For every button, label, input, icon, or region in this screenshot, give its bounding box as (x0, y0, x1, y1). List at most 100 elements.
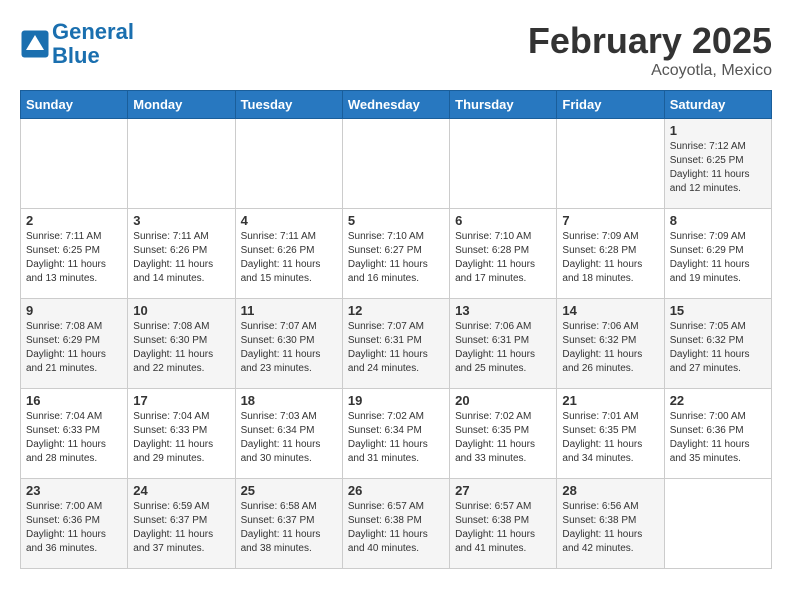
day-info: Sunrise: 7:02 AM Sunset: 6:34 PM Dayligh… (348, 410, 444, 466)
day-info: Sunrise: 7:07 AM Sunset: 6:30 PM Dayligh… (241, 320, 337, 376)
day-cell: 23Sunrise: 7:00 AM Sunset: 6:36 PM Dayli… (21, 479, 128, 569)
day-cell: 18Sunrise: 7:03 AM Sunset: 6:34 PM Dayli… (235, 389, 342, 479)
day-cell: 25 Sunrise: 6:58 AM Sunset: 6:37 PM Dayli… (235, 479, 342, 569)
day-cell: 16 Sunrise: 7:04 AM Sunset: 6:33 PM Dayli… (21, 389, 128, 479)
week-row-5: 23Sunrise: 7:00 AM Sunset: 6:36 PM Dayli… (21, 479, 772, 569)
day-number: 10 (133, 303, 229, 318)
day-cell: 27Sunrise: 6:57 AM Sunset: 6:38 PM Dayli… (450, 479, 557, 569)
day-info: Sunrise: 6:57 AM Sunset: 6:38 PM Dayligh… (348, 500, 444, 556)
day-info: Sunrise: 7:06 AM Sunset: 6:32 PM Dayligh… (562, 320, 658, 376)
day-number: 13 (455, 303, 551, 318)
day-cell: 24Sunrise: 6:59 AM Sunset: 6:37 PM Dayli… (128, 479, 235, 569)
day-info: Sunrise: 7:06 AM Sunset: 6:31 PM Dayligh… (455, 320, 551, 376)
day-cell: 2 Sunrise: 7:11 AM Sunset: 6:25 PM Daylig… (21, 209, 128, 299)
calendar-table: SundayMondayTuesdayWednesdayThursdayFrid… (20, 90, 772, 569)
day-number: 23 (26, 483, 122, 498)
day-header-sunday: Sunday (21, 91, 128, 119)
day-cell: 11Sunrise: 7:07 AM Sunset: 6:30 PM Dayli… (235, 299, 342, 389)
day-info: Sunrise: 7:09 AM Sunset: 6:29 PM Dayligh… (670, 230, 766, 286)
day-header-thursday: Thursday (450, 91, 557, 119)
day-info: Sunrise: 7:12 AM Sunset: 6:25 PM Dayligh… (670, 140, 766, 196)
day-cell: 8Sunrise: 7:09 AM Sunset: 6:29 PM Daylig… (664, 209, 771, 299)
day-number: 9 (26, 303, 122, 318)
day-cell (342, 119, 449, 209)
day-info: Sunrise: 7:10 AM Sunset: 6:27 PM Dayligh… (348, 230, 444, 286)
page-header: General Blue February 2025 Acoyotla, Mex… (20, 20, 772, 80)
day-number: 21 (562, 393, 658, 408)
day-info: Sunrise: 7:03 AM Sunset: 6:34 PM Dayligh… (241, 410, 337, 466)
day-info: Sunrise: 7:09 AM Sunset: 6:28 PM Dayligh… (562, 230, 658, 286)
day-number: 25 (241, 483, 337, 498)
week-row-1: 1 Sunrise: 7:12 AM Sunset: 6:25 PM Daylig… (21, 119, 772, 209)
day-cell: 19 Sunrise: 7:02 AM Sunset: 6:34 PM Dayli… (342, 389, 449, 479)
day-cell: 9 Sunrise: 7:08 AM Sunset: 6:29 PM Daylig… (21, 299, 128, 389)
title-block: February 2025 Acoyotla, Mexico (528, 20, 772, 80)
day-cell: 12Sunrise: 7:07 AM Sunset: 6:31 PM Dayli… (342, 299, 449, 389)
day-number: 3 (133, 213, 229, 228)
day-info: Sunrise: 7:10 AM Sunset: 6:28 PM Dayligh… (455, 230, 551, 286)
day-info: Sunrise: 7:08 AM Sunset: 6:29 PM Dayligh… (26, 320, 122, 376)
day-cell: 7Sunrise: 7:09 AM Sunset: 6:28 PM Daylig… (557, 209, 664, 299)
logo: General Blue (20, 20, 134, 68)
day-cell: 20Sunrise: 7:02 AM Sunset: 6:35 PM Dayli… (450, 389, 557, 479)
day-info: Sunrise: 7:01 AM Sunset: 6:35 PM Dayligh… (562, 410, 658, 466)
calendar-header-row: SundayMondayTuesdayWednesdayThursdayFrid… (21, 91, 772, 119)
day-number: 1 (670, 123, 766, 138)
day-number: 20 (455, 393, 551, 408)
day-info: Sunrise: 7:05 AM Sunset: 6:32 PM Dayligh… (670, 320, 766, 376)
day-info: Sunrise: 6:58 AM Sunset: 6:37 PM Dayligh… (241, 500, 337, 556)
day-cell: 4 Sunrise: 7:11 AM Sunset: 6:26 PM Daylig… (235, 209, 342, 299)
day-cell: 14 Sunrise: 7:06 AM Sunset: 6:32 PM Dayli… (557, 299, 664, 389)
calendar-body: 1 Sunrise: 7:12 AM Sunset: 6:25 PM Daylig… (21, 119, 772, 569)
day-cell (128, 119, 235, 209)
day-cell: 10 Sunrise: 7:08 AM Sunset: 6:30 PM Dayli… (128, 299, 235, 389)
day-number: 5 (348, 213, 444, 228)
day-info: Sunrise: 7:07 AM Sunset: 6:31 PM Dayligh… (348, 320, 444, 376)
logo-text: General Blue (52, 20, 134, 68)
day-number: 22 (670, 393, 766, 408)
day-info: Sunrise: 7:04 AM Sunset: 6:33 PM Dayligh… (133, 410, 229, 466)
day-cell: 21 Sunrise: 7:01 AM Sunset: 6:35 PM Dayli… (557, 389, 664, 479)
day-cell (664, 479, 771, 569)
day-info: Sunrise: 7:11 AM Sunset: 6:26 PM Dayligh… (241, 230, 337, 286)
day-number: 14 (562, 303, 658, 318)
day-cell (21, 119, 128, 209)
day-header-tuesday: Tuesday (235, 91, 342, 119)
day-header-friday: Friday (557, 91, 664, 119)
day-header-wednesday: Wednesday (342, 91, 449, 119)
day-cell: 5 Sunrise: 7:10 AM Sunset: 6:27 PM Daylig… (342, 209, 449, 299)
day-info: Sunrise: 7:00 AM Sunset: 6:36 PM Dayligh… (670, 410, 766, 466)
day-info: Sunrise: 7:08 AM Sunset: 6:30 PM Dayligh… (133, 320, 229, 376)
day-number: 16 (26, 393, 122, 408)
day-cell (557, 119, 664, 209)
day-info: Sunrise: 7:04 AM Sunset: 6:33 PM Dayligh… (26, 410, 122, 466)
day-number: 17 (133, 393, 229, 408)
day-cell: 3 Sunrise: 7:11 AM Sunset: 6:26 PM Daylig… (128, 209, 235, 299)
day-number: 4 (241, 213, 337, 228)
day-number: 2 (26, 213, 122, 228)
week-row-2: 2 Sunrise: 7:11 AM Sunset: 6:25 PM Daylig… (21, 209, 772, 299)
day-cell: 22 Sunrise: 7:00 AM Sunset: 6:36 PM Dayli… (664, 389, 771, 479)
day-info: Sunrise: 6:56 AM Sunset: 6:38 PM Dayligh… (562, 500, 658, 556)
month-year: February 2025 (528, 20, 772, 62)
week-row-3: 9 Sunrise: 7:08 AM Sunset: 6:29 PM Daylig… (21, 299, 772, 389)
day-number: 28 (562, 483, 658, 498)
day-number: 15 (670, 303, 766, 318)
day-header-monday: Monday (128, 91, 235, 119)
location: Acoyotla, Mexico (528, 62, 772, 80)
day-cell: 17 Sunrise: 7:04 AM Sunset: 6:33 PM Dayli… (128, 389, 235, 479)
day-info: Sunrise: 7:11 AM Sunset: 6:25 PM Dayligh… (26, 230, 122, 286)
week-row-4: 16 Sunrise: 7:04 AM Sunset: 6:33 PM Dayli… (21, 389, 772, 479)
logo-icon (20, 29, 50, 59)
day-cell: 26Sunrise: 6:57 AM Sunset: 6:38 PM Dayli… (342, 479, 449, 569)
day-info: Sunrise: 6:57 AM Sunset: 6:38 PM Dayligh… (455, 500, 551, 556)
day-number: 6 (455, 213, 551, 228)
day-cell: 13 Sunrise: 7:06 AM Sunset: 6:31 PM Dayli… (450, 299, 557, 389)
day-cell (235, 119, 342, 209)
day-number: 24 (133, 483, 229, 498)
day-cell (450, 119, 557, 209)
day-header-saturday: Saturday (664, 91, 771, 119)
day-number: 19 (348, 393, 444, 408)
day-info: Sunrise: 7:11 AM Sunset: 6:26 PM Dayligh… (133, 230, 229, 286)
day-cell: 1 Sunrise: 7:12 AM Sunset: 6:25 PM Daylig… (664, 119, 771, 209)
